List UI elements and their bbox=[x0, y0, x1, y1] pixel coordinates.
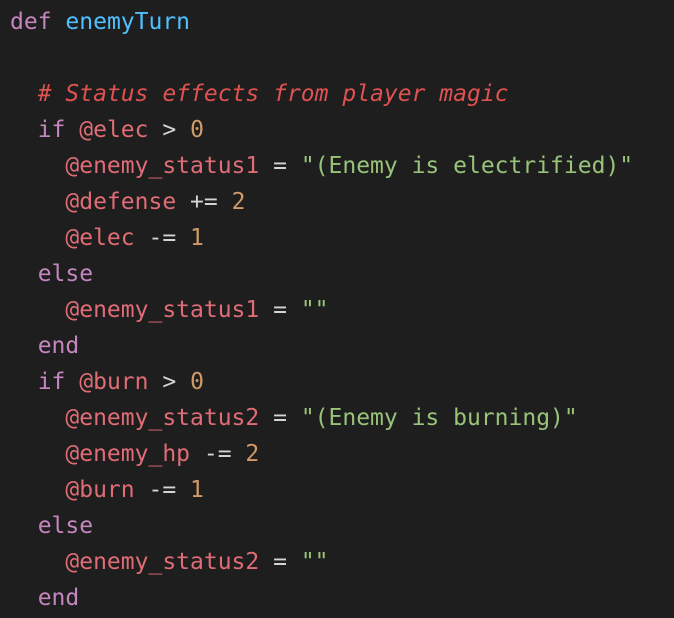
instance-variable-token: @defense bbox=[65, 189, 177, 215]
instance-variable-token: @enemy_status2 bbox=[65, 405, 260, 431]
operator-token bbox=[52, 9, 66, 35]
operator-token: = bbox=[259, 549, 301, 575]
code-line: else bbox=[10, 256, 633, 292]
string-token: "" bbox=[300, 297, 329, 323]
operator-token bbox=[10, 189, 65, 215]
code-line: @defense += 2 bbox=[10, 184, 633, 220]
operator-token bbox=[10, 549, 65, 575]
code-line: end bbox=[10, 580, 633, 616]
operator-token bbox=[10, 585, 38, 611]
code-line: if @burn > 0 bbox=[10, 364, 633, 400]
code-line: # Status effects from player magic bbox=[10, 76, 633, 112]
number-token: 0 bbox=[190, 369, 204, 395]
operator-token bbox=[65, 369, 79, 395]
operator-token: -= bbox=[134, 225, 191, 251]
operator-token bbox=[10, 513, 38, 539]
code-line: @enemy_status2 = "" bbox=[10, 544, 633, 580]
operator-token: += bbox=[176, 189, 232, 215]
keyword-token: else bbox=[37, 513, 94, 539]
operator-token bbox=[10, 477, 65, 503]
operator-token bbox=[65, 117, 79, 143]
operator-token bbox=[10, 81, 38, 107]
instance-variable-token: @elec bbox=[79, 117, 149, 143]
number-token: 2 bbox=[245, 441, 260, 467]
operator-token bbox=[10, 153, 65, 179]
string-token: "(Enemy is electrified)" bbox=[300, 153, 634, 179]
instance-variable-token: @elec bbox=[65, 225, 135, 251]
operator-token: > bbox=[148, 369, 191, 395]
instance-variable-token: @burn bbox=[65, 477, 135, 503]
number-token: 2 bbox=[231, 189, 246, 215]
operator-token: = bbox=[259, 297, 301, 323]
operator-token bbox=[10, 405, 65, 431]
operator-token: -= bbox=[190, 441, 246, 467]
code-line: end bbox=[10, 328, 633, 364]
code-line: @burn -= 1 bbox=[10, 472, 633, 508]
keyword-token: else bbox=[37, 261, 94, 287]
number-token: 0 bbox=[190, 117, 204, 143]
operator-token bbox=[10, 441, 65, 467]
code-line: @enemy_status1 = "" bbox=[10, 292, 633, 328]
code-line: else bbox=[10, 508, 633, 544]
operator-token bbox=[10, 297, 65, 323]
code-line: def enemyTurn bbox=[10, 4, 633, 40]
keyword-token: end bbox=[37, 585, 80, 611]
keyword-token: end bbox=[37, 333, 80, 359]
keyword-token: if bbox=[37, 369, 66, 395]
comment-token: # Status effects from player magic bbox=[37, 81, 509, 107]
code-editor[interactable]: def enemyTurn # Status effects from play… bbox=[10, 4, 633, 616]
operator-token bbox=[10, 369, 38, 395]
instance-variable-token: @enemy_status2 bbox=[65, 549, 260, 575]
instance-variable-token: @burn bbox=[79, 369, 149, 395]
operator-token bbox=[10, 333, 38, 359]
code-line: @elec -= 1 bbox=[10, 220, 633, 256]
function-name-token: enemyTurn bbox=[65, 9, 191, 35]
code-line: @enemy_status1 = "(Enemy is electrified)… bbox=[10, 148, 633, 184]
string-token: "" bbox=[300, 549, 329, 575]
operator-token bbox=[10, 225, 65, 251]
code-line: @enemy_hp -= 2 bbox=[10, 436, 633, 472]
operator-token: -= bbox=[134, 477, 191, 503]
operator-token bbox=[10, 261, 38, 287]
instance-variable-token: @enemy_status1 bbox=[65, 297, 260, 323]
operator-token: > bbox=[148, 117, 191, 143]
number-token: 1 bbox=[190, 225, 204, 251]
number-token: 1 bbox=[190, 477, 204, 503]
operator-token: = bbox=[259, 153, 301, 179]
code-line: @enemy_status2 = "(Enemy is burning)" bbox=[10, 400, 633, 436]
string-token: "(Enemy is burning)" bbox=[300, 405, 578, 431]
instance-variable-token: @enemy_hp bbox=[65, 441, 191, 467]
code-line: if @elec > 0 bbox=[10, 112, 633, 148]
keyword-token: if bbox=[37, 117, 66, 143]
keyword-token: def bbox=[10, 9, 52, 35]
operator-token bbox=[10, 117, 38, 143]
operator-token: = bbox=[259, 405, 301, 431]
instance-variable-token: @enemy_status1 bbox=[65, 153, 260, 179]
